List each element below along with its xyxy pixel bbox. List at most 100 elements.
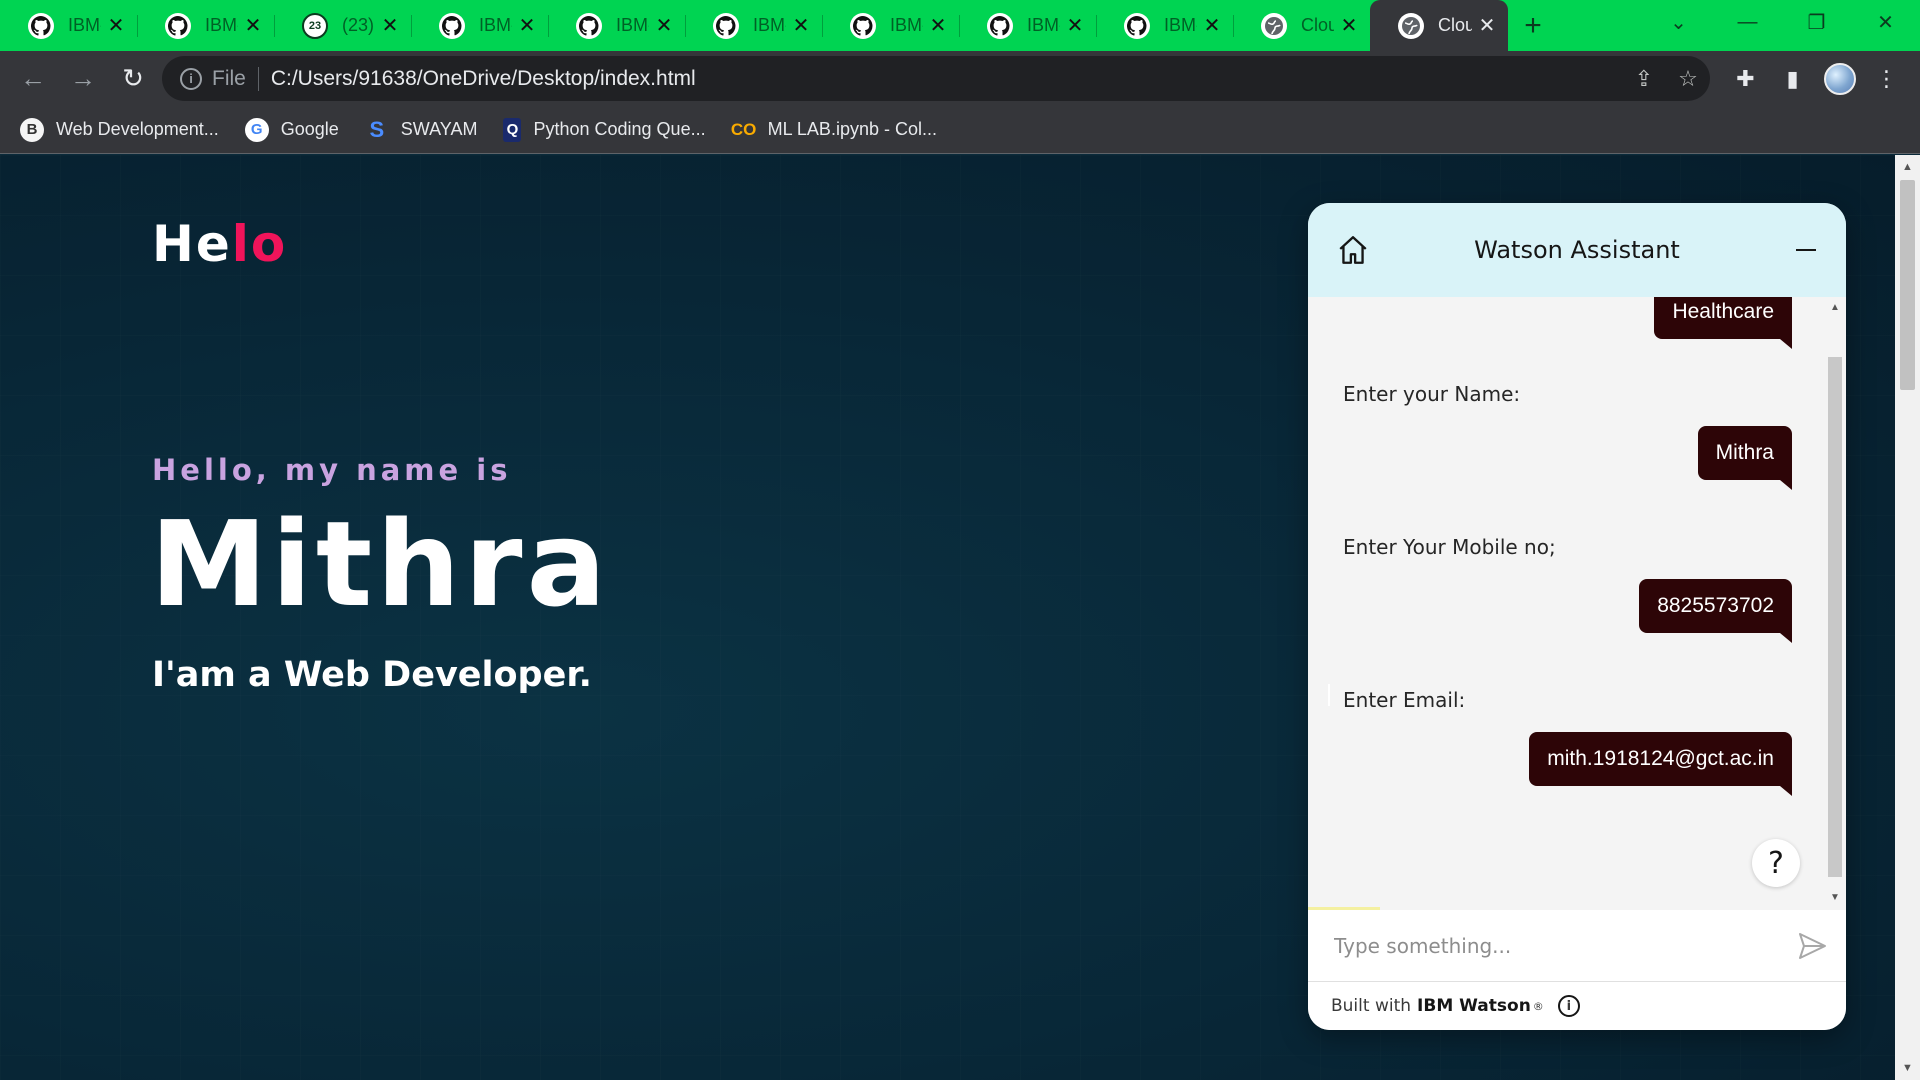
github-icon — [850, 12, 876, 39]
logo-main-text: He — [152, 215, 232, 273]
bookmarks-bar: B Web Development... G Google S SWAYAM Q… — [0, 106, 1920, 154]
scrollbar-thumb[interactable] — [1900, 180, 1915, 390]
minimize-icon[interactable]: — — [1713, 0, 1782, 44]
address-url[interactable]: C:/Users/91638/OneDrive/Desktop/index.ht… — [271, 67, 1622, 91]
toolbar-actions: ✚ ▮ ⋮ — [1722, 56, 1910, 101]
close-icon[interactable]: ✕ — [1478, 15, 1496, 37]
tab-title: Clou — [1301, 15, 1334, 35]
watson-title: Watson Assistant — [1474, 236, 1680, 264]
new-tab-button[interactable]: + — [1508, 0, 1558, 51]
address-bar[interactable]: i File C:/Users/91638/OneDrive/Desktop/i… — [162, 56, 1710, 101]
tab[interactable]: IBM- ✕ — [685, 0, 822, 51]
browser-toolbar: ← → ↻ i File C:/Users/91638/OneDrive/Des… — [0, 51, 1920, 106]
chat-scrollbar-thumb[interactable] — [1828, 357, 1842, 877]
tab-title: IBM- — [753, 15, 786, 35]
bookmark-label: ML LAB.ipynb - Col... — [767, 119, 937, 139]
github-icon — [713, 12, 739, 39]
bookmark-item[interactable]: G Google — [244, 117, 339, 142]
tab-title: IBM- — [1027, 15, 1060, 35]
bookmark-star-icon[interactable]: ☆ — [1666, 66, 1710, 92]
home-icon[interactable] — [1336, 233, 1370, 267]
close-icon[interactable]: ✕ — [518, 15, 536, 37]
scroll-up-icon[interactable]: ▲ — [1895, 157, 1920, 177]
tab[interactable]: IBM- ✕ — [822, 0, 959, 51]
window-controls: ⌄ — ❐ ✕ — [1644, 0, 1920, 44]
bookmark-item[interactable]: Q Python Coding Que... — [503, 117, 706, 142]
help-button[interactable]: ? — [1752, 839, 1800, 887]
tab-title: IBM- — [479, 15, 512, 35]
minimize-icon[interactable] — [1796, 249, 1816, 251]
forward-icon[interactable]: → — [58, 54, 108, 104]
tab-title: (23) \ — [342, 15, 375, 35]
scroll-down-icon[interactable]: ▼ — [1895, 1058, 1920, 1078]
side-panel-icon[interactable]: ▮ — [1769, 56, 1816, 101]
globe-icon — [1261, 12, 1287, 39]
close-icon[interactable]: ✕ — [107, 15, 125, 37]
bookmark-label: Google — [280, 119, 339, 139]
close-icon[interactable]: ✕ — [792, 15, 810, 37]
github-icon — [165, 12, 191, 39]
hero-name: Mithra — [150, 495, 611, 633]
bookmark-label: SWAYAM — [400, 119, 478, 139]
info-icon[interactable]: i — [1557, 995, 1580, 1017]
close-icon[interactable]: ✕ — [1066, 15, 1084, 37]
github-icon — [1124, 12, 1150, 39]
restore-icon[interactable]: ❐ — [1782, 0, 1851, 44]
message-input[interactable] — [1334, 933, 1774, 958]
close-icon[interactable]: ✕ — [929, 15, 947, 37]
github-icon — [439, 12, 465, 39]
avatar[interactable] — [1816, 56, 1863, 101]
user-message: Mithra — [1697, 426, 1793, 490]
bookmark-label: Web Development... — [56, 119, 219, 139]
footer-brand: IBM Watson — [1417, 996, 1531, 1016]
colab-icon: CO — [730, 119, 757, 139]
bot-message: Enter Email: — [1343, 688, 1466, 712]
bot-message: Enter Your Mobile no; — [1343, 535, 1556, 559]
chat-scrollbar[interactable]: ▲ ▼ — [1824, 297, 1846, 907]
back-icon[interactable]: ← — [8, 54, 58, 104]
close-icon[interactable]: ✕ — [1340, 15, 1358, 37]
hero-greeting: Hello, my name is — [152, 453, 512, 487]
share-icon[interactable]: ⇪ — [1622, 66, 1666, 92]
tab-title: IBM- — [205, 15, 238, 35]
close-icon[interactable]: ✕ — [1203, 15, 1221, 37]
close-icon[interactable]: ✕ — [381, 15, 399, 37]
bookmark-item[interactable]: S SWAYAM — [365, 116, 478, 142]
tab[interactable]: IBM- ✕ — [959, 0, 1096, 51]
close-window-icon[interactable]: ✕ — [1851, 0, 1920, 44]
user-message: mith.1918124@gct.ac.in — [1529, 732, 1792, 796]
tab-active[interactable]: Clou ✕ — [1370, 0, 1508, 51]
site-logo[interactable]: Helo — [152, 215, 287, 273]
page-scrollbar[interactable]: ▲ ▼ — [1895, 155, 1920, 1080]
scroll-up-icon[interactable]: ▲ — [1824, 299, 1846, 315]
tab[interactable]: IBM- ✕ — [411, 0, 548, 51]
reload-icon[interactable]: ↻ — [108, 54, 158, 104]
bookmark-item[interactable]: CO ML LAB.ipynb - Col... — [730, 118, 937, 142]
hero-role: I'am a Web Developer. — [152, 655, 592, 695]
user-message: 8825573702 — [1639, 579, 1792, 643]
tab[interactable]: 23 (23) \ ✕ — [274, 0, 411, 51]
send-icon[interactable] — [1796, 930, 1828, 962]
github-icon — [576, 12, 602, 39]
tab[interactable]: IBM- ✕ — [0, 0, 137, 51]
bookmark-icon: B — [20, 117, 44, 142]
menu-icon[interactable]: ⋮ — [1863, 56, 1910, 101]
bot-message: Enter your Name: — [1343, 382, 1521, 406]
watson-assistant-widget: Watson Assistant Healthcare Enter your N… — [1308, 203, 1846, 1030]
tab-title: IBM- — [1164, 15, 1197, 35]
close-icon[interactable]: ✕ — [655, 15, 673, 37]
extensions-icon[interactable]: ✚ — [1722, 56, 1769, 101]
tab[interactable]: IBM- ✕ — [137, 0, 274, 51]
close-icon[interactable]: ✕ — [244, 15, 262, 37]
scroll-down-icon[interactable]: ▼ — [1824, 889, 1846, 905]
site-info-icon[interactable]: i — [180, 67, 202, 90]
tab[interactable]: IBM- ✕ — [548, 0, 685, 51]
tab[interactable]: IBM- ✕ — [1096, 0, 1233, 51]
globe-icon — [1398, 12, 1424, 39]
tab[interactable]: Clou ✕ — [1233, 0, 1370, 51]
swayam-icon: S — [369, 116, 385, 142]
tab-title: IBM- — [616, 15, 649, 35]
bookmark-item[interactable]: B Web Development... — [20, 117, 219, 142]
tab-search-icon[interactable]: ⌄ — [1644, 0, 1713, 44]
address-scheme: File — [212, 66, 259, 91]
